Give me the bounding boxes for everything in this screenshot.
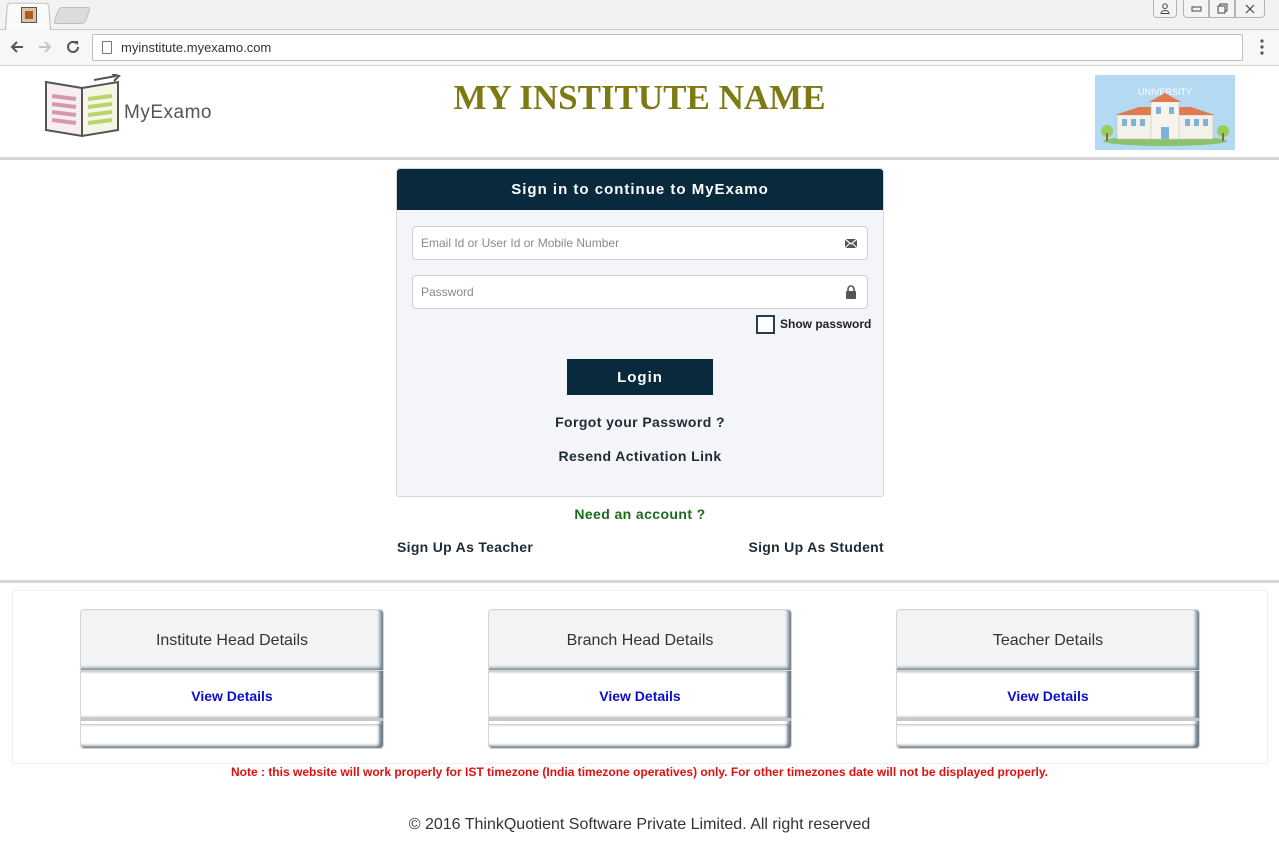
login-card-heading: Sign in to continue to MyExamo bbox=[397, 169, 883, 210]
panel-title: Teacher Details bbox=[897, 610, 1199, 671]
panel-title: Institute Head Details bbox=[81, 610, 383, 671]
university-building-illustration bbox=[1101, 93, 1229, 146]
reload-icon bbox=[67, 40, 79, 53]
page-icon bbox=[102, 41, 112, 54]
site-header: MyExamo MY INSTITUTE NAME UNIVERSITY bbox=[0, 66, 1279, 160]
url-text[interactable]: myinstitute.myexamo.com bbox=[121, 40, 271, 55]
envelope-icon bbox=[844, 238, 858, 249]
password-input[interactable] bbox=[413, 276, 833, 308]
lock-icon bbox=[846, 285, 856, 299]
site-favicon-icon bbox=[21, 7, 37, 23]
back-button[interactable] bbox=[6, 36, 28, 58]
kebab-menu-icon bbox=[1260, 39, 1264, 55]
close-icon bbox=[1245, 4, 1255, 14]
browser-toolbar: myinstitute.myexamo.com bbox=[0, 30, 1279, 66]
copyright-text: © 2016 ThinkQuotient Software Private Li… bbox=[408, 816, 871, 833]
restore-button[interactable] bbox=[1209, 0, 1235, 18]
timezone-note: Note : this website will work properly f… bbox=[230, 765, 1049, 779]
branch-head-panel: Branch Head Details View Details bbox=[488, 609, 792, 749]
email-field-wrapper bbox=[412, 226, 868, 260]
panel-footer bbox=[489, 724, 791, 748]
teacher-view-details-link[interactable]: View Details bbox=[1007, 688, 1088, 704]
panel-footer bbox=[897, 724, 1199, 748]
login-card: Sign in to continue to MyExamo Show pass… bbox=[396, 168, 884, 497]
address-bar[interactable]: myinstitute.myexamo.com bbox=[92, 34, 1243, 61]
panel-body: View Details bbox=[81, 671, 383, 721]
user-icon bbox=[1160, 3, 1170, 14]
close-window-button[interactable] bbox=[1235, 0, 1265, 18]
password-field-wrapper bbox=[412, 275, 868, 309]
teacher-panel: Teacher Details View Details bbox=[896, 609, 1200, 749]
branch-head-view-details-link[interactable]: View Details bbox=[599, 688, 680, 704]
arrow-right-icon bbox=[39, 41, 52, 53]
section-divider bbox=[0, 580, 1279, 583]
email-input[interactable] bbox=[413, 227, 833, 259]
minimize-icon bbox=[1191, 6, 1201, 12]
reload-button[interactable] bbox=[62, 36, 84, 58]
forgot-password-link[interactable]: Forgot your Password ? bbox=[397, 414, 883, 430]
show-password-label[interactable]: Show password bbox=[780, 317, 871, 331]
panel-body: View Details bbox=[489, 671, 791, 721]
need-account-text: Need an account ? bbox=[574, 506, 706, 522]
restore-icon bbox=[1217, 3, 1227, 14]
panel-body: View Details bbox=[897, 671, 1199, 721]
minimize-button[interactable] bbox=[1183, 0, 1209, 18]
panel-footer bbox=[81, 724, 383, 748]
university-image: UNIVERSITY bbox=[1095, 75, 1235, 150]
arrow-left-icon bbox=[10, 41, 23, 53]
resend-activation-link[interactable]: Resend Activation Link bbox=[397, 448, 883, 464]
browser-menu-button[interactable] bbox=[1254, 36, 1270, 58]
institute-head-panel: Institute Head Details View Details bbox=[80, 609, 384, 749]
profile-button[interactable] bbox=[1153, 0, 1177, 18]
new-tab-button[interactable] bbox=[52, 7, 92, 24]
login-button[interactable]: Login bbox=[567, 359, 713, 395]
signup-teacher-link[interactable]: Sign Up As Teacher bbox=[397, 539, 533, 555]
show-password-checkbox[interactable] bbox=[756, 315, 775, 334]
institute-head-view-details-link[interactable]: View Details bbox=[191, 688, 272, 704]
browser-tab-bar bbox=[0, 0, 1279, 31]
details-panels-container: Institute Head Details View Details Bran… bbox=[12, 590, 1268, 764]
signup-student-link[interactable]: Sign Up As Student bbox=[748, 539, 884, 555]
institute-title: MY INSTITUTE NAME bbox=[453, 78, 826, 117]
forward-button[interactable] bbox=[34, 36, 56, 58]
panel-title: Branch Head Details bbox=[489, 610, 791, 671]
